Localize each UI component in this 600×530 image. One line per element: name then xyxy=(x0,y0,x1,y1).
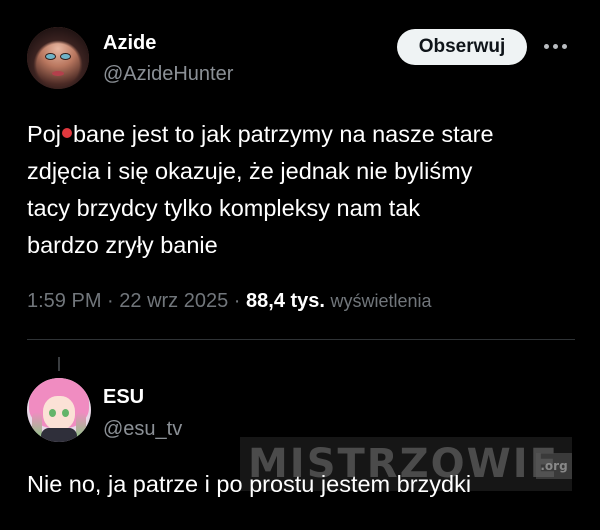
reply-author-handle[interactable]: @esu_tv xyxy=(103,418,182,441)
more-horizontal-icon[interactable] xyxy=(541,34,571,58)
thread-connector xyxy=(58,357,60,371)
post-meta: 1:59 PM · 22 wrz 2025 · 88,4 tys. wyświe… xyxy=(27,290,432,313)
meta-separator: · xyxy=(228,290,247,312)
avatar-hair xyxy=(27,27,89,89)
more-dot xyxy=(562,44,567,49)
author-display-name[interactable]: Azide xyxy=(103,32,156,55)
post-text-fragment: bane jest to jak patrzymy na nasze stare xyxy=(72,121,494,147)
meta-separator: · xyxy=(101,290,120,312)
divider xyxy=(27,339,575,340)
post-text-line: tacy brzydcy tylko kompleksy nam tak xyxy=(27,195,421,221)
views-label: wyświetlenia xyxy=(330,291,432,311)
author-avatar[interactable] xyxy=(27,27,89,89)
avatar-face xyxy=(43,396,75,430)
follow-button[interactable]: Obserwuj xyxy=(397,29,527,65)
main-post: Azide @AzideHunter Obserwuj Poj bane jest… xyxy=(0,0,600,340)
post-text-line: Poj bane jest to jak patrzymy na nasze st… xyxy=(27,116,572,153)
avatar-braid-right xyxy=(76,412,86,442)
avatar-eye-left xyxy=(46,54,55,59)
post-date[interactable]: 22 wrz 2025 xyxy=(119,290,228,312)
post-text-fragment: Poj xyxy=(27,121,61,147)
post-time[interactable]: 1:59 PM xyxy=(27,290,101,312)
post-text-line: zdjęcia i się okazuje, że jednak nie byl… xyxy=(27,158,473,184)
reply-author-avatar[interactable] xyxy=(27,378,91,442)
reply-author-display-name[interactable]: ESU xyxy=(103,386,144,409)
avatar-lips xyxy=(52,71,64,76)
censor-dot-icon xyxy=(61,128,72,138)
avatar-collar xyxy=(41,428,77,442)
more-dot xyxy=(553,44,558,49)
avatar-eye-left xyxy=(49,409,56,417)
views-count: 88,4 tys. xyxy=(246,290,325,312)
reply-text: Nie no, ja patrze i po prostu jestem brz… xyxy=(27,471,472,497)
more-dot xyxy=(544,44,549,49)
site-watermark-suffix: .org xyxy=(536,453,572,479)
post-text: Poj bane jest to jak patrzymy na nasze st… xyxy=(27,116,572,264)
author-handle[interactable]: @AzideHunter xyxy=(103,63,233,86)
avatar-eye-right xyxy=(61,54,70,59)
avatar-eye-right xyxy=(62,409,69,417)
post-text-line: bardzo zryły banie xyxy=(27,232,218,258)
